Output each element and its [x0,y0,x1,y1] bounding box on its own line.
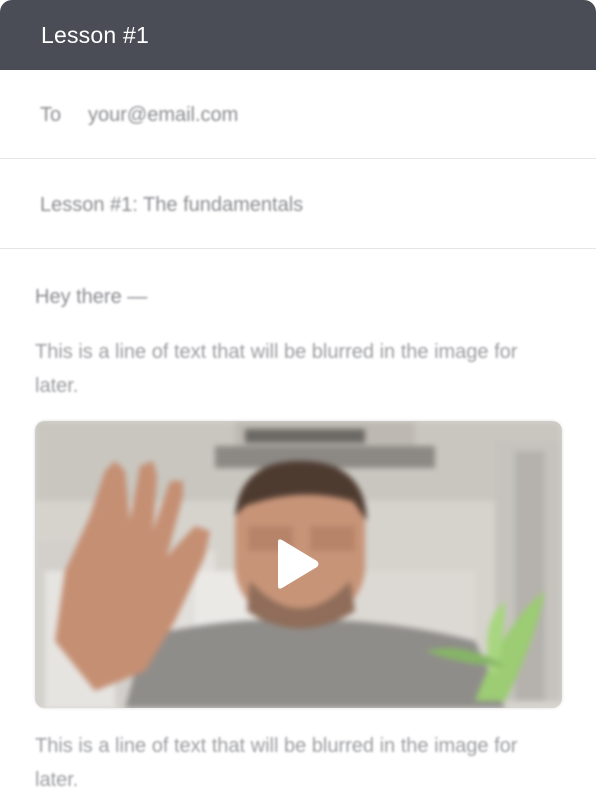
body-paragraph-2: This is a line of text that will be blur… [35,735,518,791]
to-row: To your@email.com [0,70,596,159]
subject-row: Lesson #1: The fundamentals [0,159,596,249]
to-label: To [40,104,62,126]
window-title: Lesson #1 [41,22,149,48]
subject-field[interactable]: Lesson #1: The fundamentals [40,194,303,217]
titlebar: Lesson #1 [0,0,596,70]
body-paragraph-1: This is a line of text that will be blur… [35,341,518,397]
greeting-text: Hey there — [35,286,148,308]
video-thumbnail[interactable] [35,421,562,708]
email-body: Hey there — This is a line of text that … [0,249,596,794]
to-field[interactable]: your@email.com [88,104,238,127]
play-icon[interactable] [276,538,320,590]
email-preview-window: Lesson #1 To your@email.com Lesson #1: T… [0,0,596,794]
